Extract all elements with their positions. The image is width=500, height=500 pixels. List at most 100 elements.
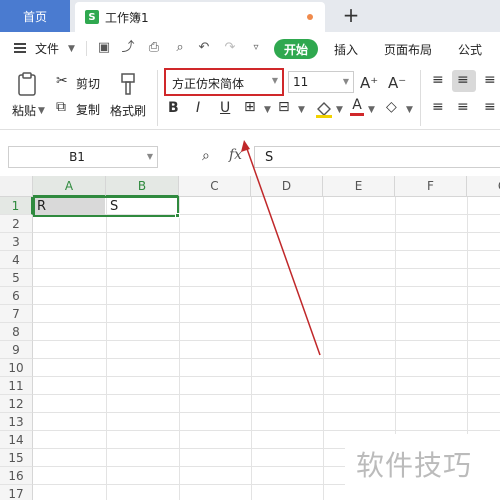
align-middle-icon[interactable]: ≡ [457, 72, 469, 88]
export-icon[interactable]: ⤴ [120, 41, 136, 55]
font-name-select[interactable]: 方正仿宋简体 ▼ [164, 68, 284, 96]
column-header-e[interactable]: E [323, 176, 395, 197]
name-box-value: B1 [69, 150, 85, 164]
redo-icon[interactable]: ↷ [222, 41, 238, 55]
chevron-down-icon: ▼ [342, 77, 349, 86]
format-painter-icon[interactable] [118, 72, 140, 98]
fx-label[interactable]: fx [229, 147, 242, 163]
chevron-down-icon: ▼ [271, 76, 278, 85]
divider [420, 70, 421, 126]
tab-workbook-label: 工作簿1 [105, 10, 149, 25]
gridline-row [33, 376, 500, 377]
gridline-row [33, 268, 500, 269]
chevron-down-icon[interactable]: ▼ [264, 105, 271, 115]
gridline-column [106, 197, 107, 500]
chevron-down-icon[interactable]: ▼ [336, 105, 343, 115]
watermark-logo: 软件技巧 [356, 449, 473, 482]
copy-button[interactable]: 复制 [76, 101, 100, 118]
chevron-down-icon: ▼ [146, 152, 153, 161]
zoom-search-icon[interactable]: ⌕ [202, 148, 210, 164]
chevron-down-icon[interactable]: ▼ [406, 105, 413, 115]
row-header-7[interactable]: 7 [0, 305, 33, 323]
underline-button[interactable]: U [220, 100, 230, 116]
column-header-c[interactable]: C [179, 176, 251, 197]
clear-format-icon[interactable]: ◇ [386, 99, 397, 115]
column-header-a[interactable]: A [33, 176, 106, 197]
row-header-13[interactable]: 13 [0, 413, 33, 431]
column-header-g[interactable]: G [467, 176, 500, 197]
row-header-1[interactable]: 1 [0, 197, 33, 215]
align-top-icon[interactable]: ≡ [432, 72, 444, 88]
tab-start-label: 开始 [283, 42, 308, 57]
tab-workbook[interactable]: S 工作簿1 [75, 2, 325, 32]
row-header-2[interactable]: 2 [0, 215, 33, 233]
column-header-d[interactable]: D [251, 176, 323, 197]
gridline-row [33, 358, 500, 359]
align-right-icon[interactable]: ≡ [484, 99, 496, 115]
align-center-icon[interactable]: ≡ [457, 99, 469, 115]
tab-insert[interactable]: 插入 [334, 41, 358, 58]
chevron-down-icon[interactable]: ▼ [298, 105, 305, 115]
font-name-value: 方正仿宋简体 [172, 77, 245, 91]
italic-button[interactable]: I [196, 100, 200, 116]
cut-button[interactable]: 剪切 [76, 75, 100, 92]
print-icon[interactable]: ⎙ [146, 41, 162, 55]
file-menu[interactable]: 文件 [35, 40, 59, 57]
more-icon[interactable]: ▿ [248, 41, 264, 55]
font-color-button[interactable]: A [350, 98, 364, 116]
row-header-11[interactable]: 11 [0, 377, 33, 395]
row-header-16[interactable]: 16 [0, 467, 33, 485]
hamburger-icon[interactable] [14, 43, 26, 53]
fill-color-icon[interactable] [314, 99, 334, 119]
row-header-15[interactable]: 15 [0, 449, 33, 467]
gridline-row [33, 304, 500, 305]
chevron-down-icon[interactable]: ▼ [368, 105, 375, 115]
tab-home[interactable]: 首页 [0, 0, 70, 32]
tab-page-layout[interactable]: 页面布局 [384, 41, 432, 58]
formula-input[interactable]: S [254, 146, 500, 168]
align-left-icon[interactable]: ≡ [432, 99, 444, 115]
undo-icon[interactable]: ↶ [196, 41, 212, 55]
chevron-down-icon[interactable]: ▼ [68, 44, 75, 54]
column-header-f[interactable]: F [395, 176, 467, 197]
paste-icon[interactable] [16, 72, 40, 98]
tab-formula[interactable]: 公式 [458, 41, 482, 58]
gridline-row [33, 232, 500, 233]
column-header-b[interactable]: B [106, 176, 179, 197]
row-header-6[interactable]: 6 [0, 287, 33, 305]
row-header-10[interactable]: 10 [0, 359, 33, 377]
row-header-5[interactable]: 5 [0, 269, 33, 287]
font-size-value: 11 [293, 75, 309, 89]
font-size-select[interactable]: 11 ▼ [288, 71, 354, 93]
name-box[interactable]: B1 ▼ [8, 146, 158, 168]
menu-bar: 文件 ▼ ▣ ⤴ ⎙ ⌕ ↶ ↷ ▿ 开始 插入 页面布局 公式 [0, 32, 500, 64]
tab-start[interactable]: 开始 [274, 39, 318, 59]
copy-icon[interactable]: ⧉ [56, 99, 66, 115]
increase-font-size-button[interactable]: A⁺ [360, 74, 378, 92]
decrease-font-size-button[interactable]: A⁻ [388, 74, 406, 92]
cut-icon[interactable]: ✂ [56, 73, 68, 89]
format-painter-button[interactable]: 格式刷 [110, 102, 146, 119]
gridline-column [179, 197, 180, 500]
paste-button[interactable]: 粘贴 [12, 102, 36, 119]
border-icon[interactable]: ⊞ [244, 99, 256, 115]
print-preview-icon[interactable]: ⌕ [172, 41, 188, 55]
gridline-row [33, 412, 500, 413]
align-bottom-icon[interactable]: ≡ [484, 72, 496, 88]
select-all-corner[interactable] [0, 176, 33, 197]
bold-button[interactable]: B [168, 100, 179, 116]
merge-cells-icon[interactable]: ⊟ [278, 99, 290, 115]
row-header-17[interactable]: 17 [0, 485, 33, 500]
divider [86, 41, 87, 56]
unsaved-dot-icon [307, 14, 313, 20]
fill-handle[interactable] [175, 213, 180, 218]
row-header-9[interactable]: 9 [0, 341, 33, 359]
row-header-14[interactable]: 14 [0, 431, 33, 449]
new-tab-button[interactable]: + [340, 4, 362, 28]
row-header-4[interactable]: 4 [0, 251, 33, 269]
row-header-8[interactable]: 8 [0, 323, 33, 341]
row-header-3[interactable]: 3 [0, 233, 33, 251]
save-icon[interactable]: ▣ [96, 41, 112, 55]
paste-dropdown-icon[interactable]: ▼ [38, 106, 45, 116]
row-header-12[interactable]: 12 [0, 395, 33, 413]
